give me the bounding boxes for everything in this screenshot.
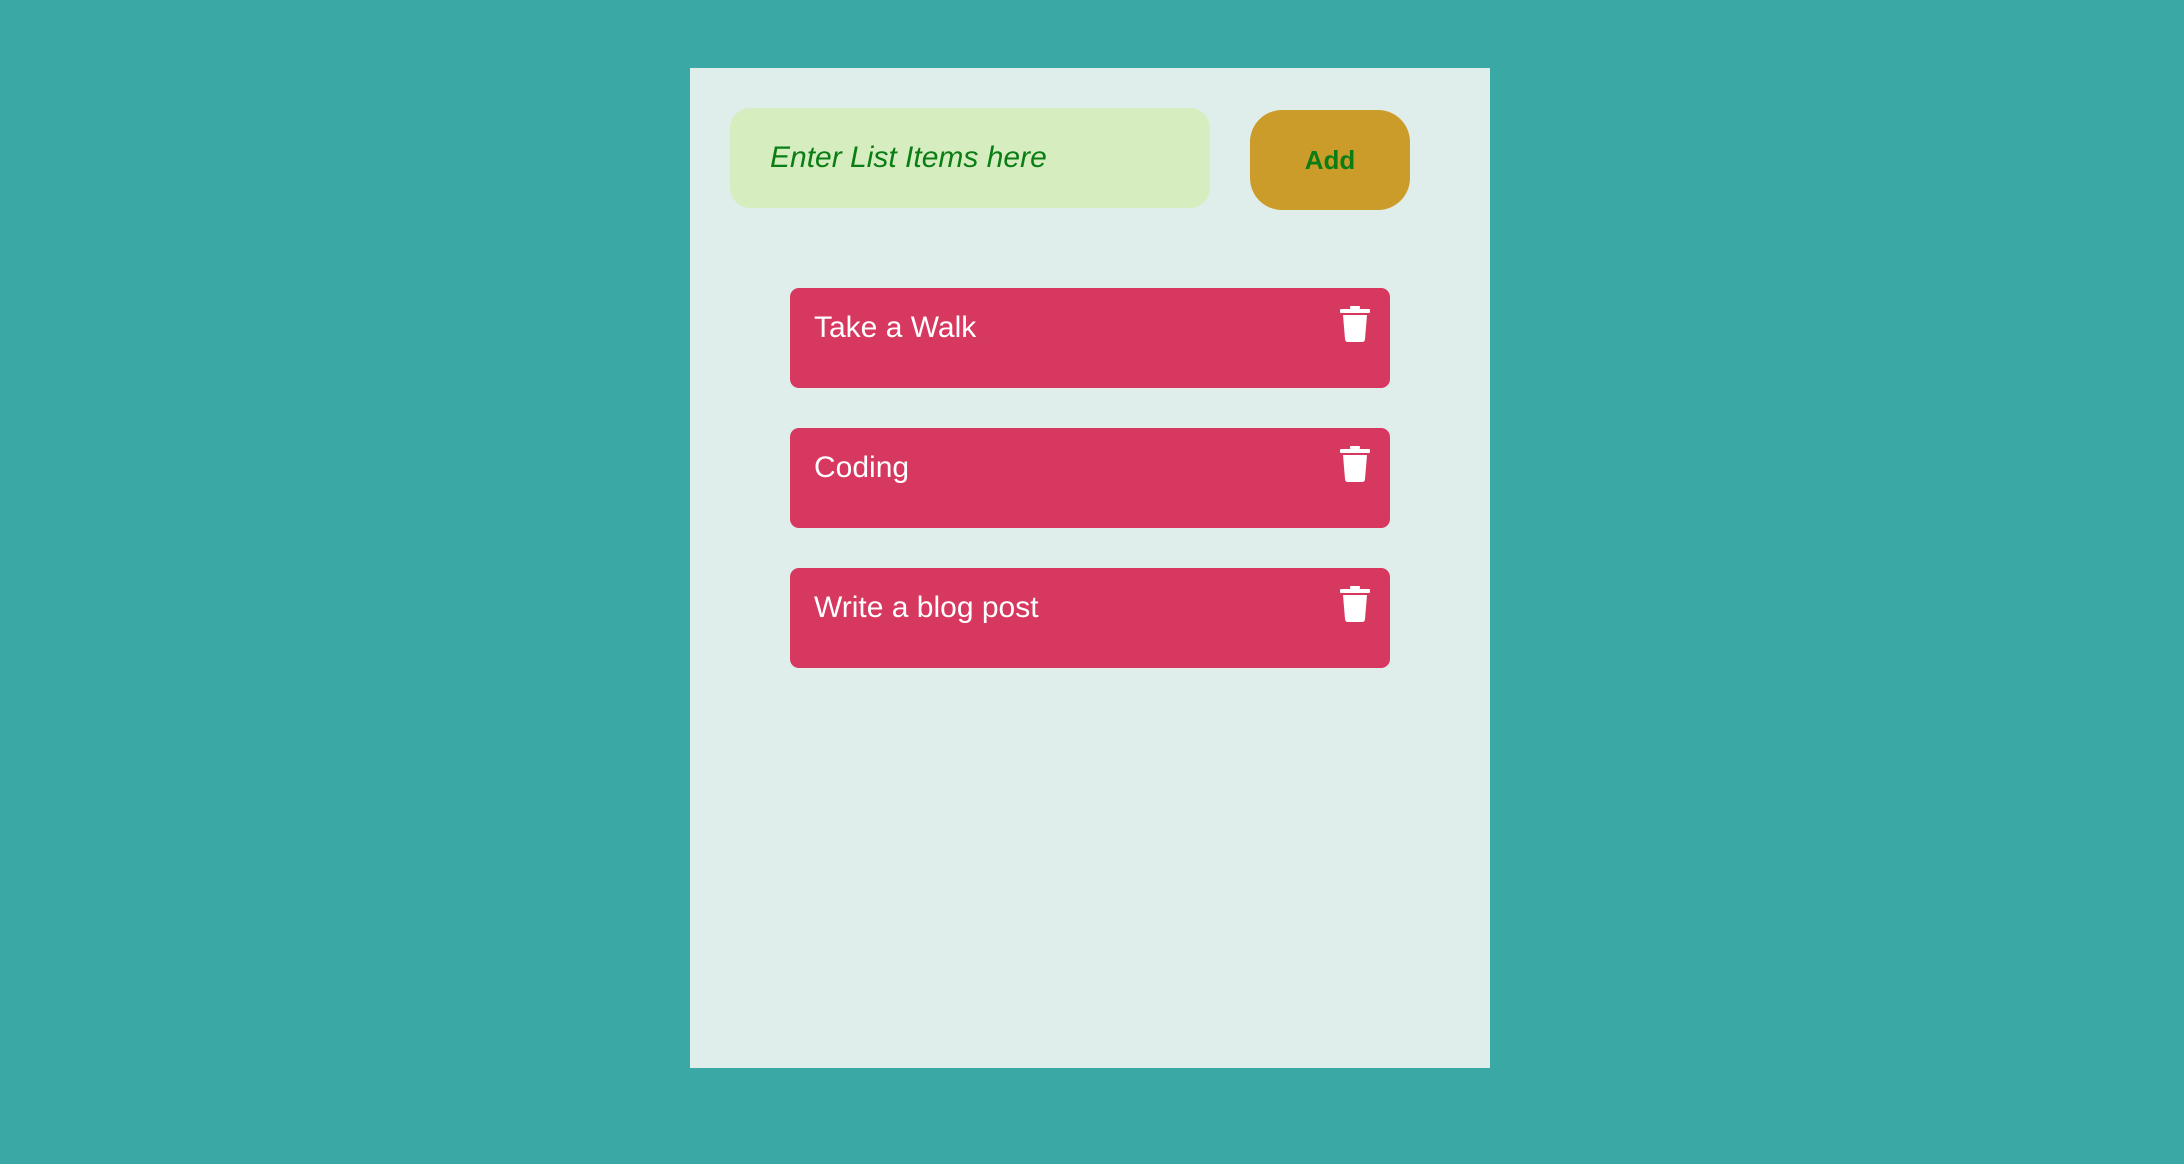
trash-icon[interactable] [1340, 446, 1370, 482]
list-item-label: Write a blog post [814, 591, 1039, 624]
list-item-label: Take a Walk [814, 311, 977, 344]
trash-icon[interactable] [1340, 306, 1370, 342]
list-item: Take a Walk [790, 288, 1390, 388]
todo-panel: Add Take a Walk Coding Write a blog post [690, 68, 1490, 1068]
list-item-label: Coding [814, 451, 910, 484]
list-item: Coding [790, 428, 1390, 528]
todo-list: Take a Walk Coding Write a blog post [790, 288, 1390, 708]
list-item: Write a blog post [790, 568, 1390, 668]
add-button[interactable]: Add [1250, 110, 1410, 210]
list-item-input[interactable] [730, 108, 1210, 208]
input-row: Add [730, 108, 1450, 210]
trash-icon[interactable] [1340, 586, 1370, 622]
